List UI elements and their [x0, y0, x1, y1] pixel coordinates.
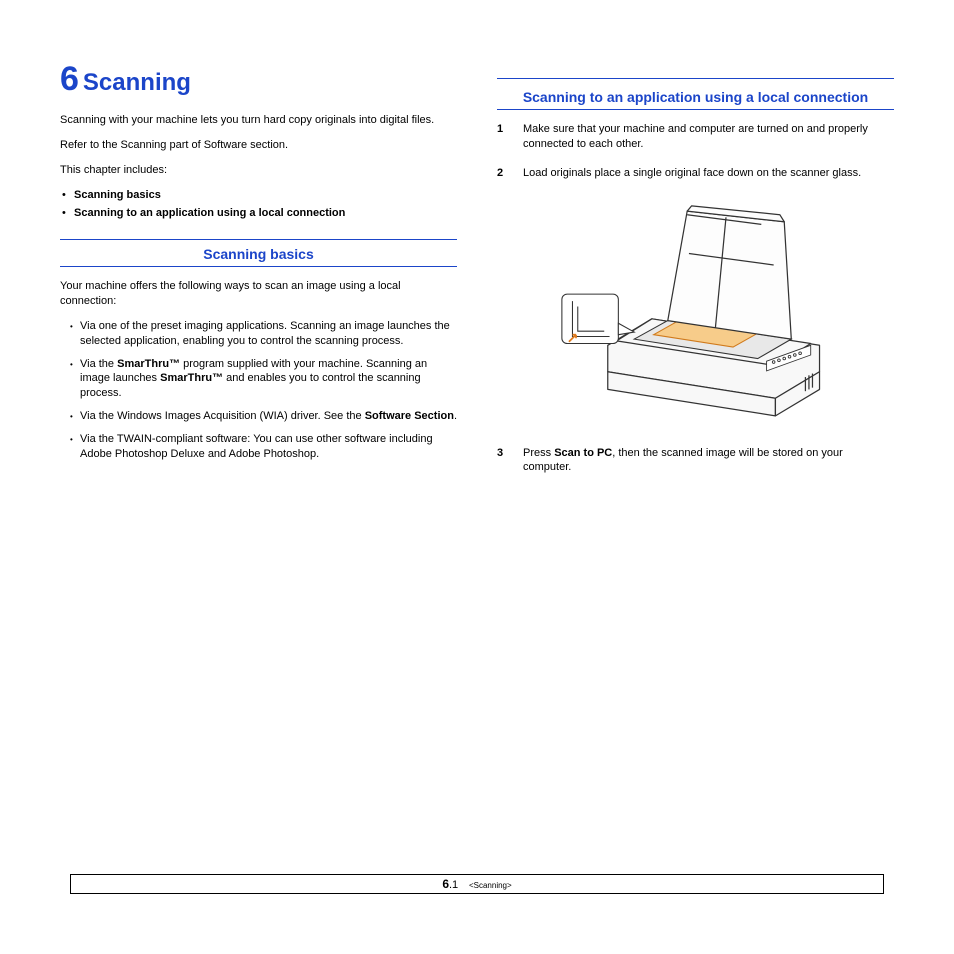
- right-column: Scanning to an application using a local…: [497, 60, 894, 489]
- manual-page: 6Scanning Scanning with your machine let…: [0, 0, 954, 489]
- toc-item-label: Scanning to an application using a local…: [74, 207, 345, 219]
- text-fragment: .: [454, 410, 457, 422]
- intro-paragraph-3: This chapter includes:: [60, 163, 457, 178]
- text-strong: SmarThru™: [117, 358, 180, 370]
- footer-page-number: .1: [449, 879, 458, 891]
- page-footer: 6.1 <Scanning>: [70, 874, 884, 894]
- chapter-number: 6: [60, 60, 79, 98]
- scanner-icon: [546, 195, 846, 425]
- local-steps-continued: Press Scan to PC, then the scanned image…: [497, 446, 894, 476]
- chapter-toc: Scanning basics Scanning to an applicati…: [60, 188, 457, 222]
- basics-bullet-smarthru: Via the SmarThru™ program supplied with …: [60, 357, 457, 402]
- chapter-name: Scanning: [83, 69, 191, 96]
- toc-item-local: Scanning to an application using a local…: [60, 206, 457, 221]
- local-steps: Make sure that your machine and computer…: [497, 122, 894, 181]
- toc-item-label: Scanning basics: [74, 189, 161, 201]
- step-3: Press Scan to PC, then the scanned image…: [497, 446, 894, 476]
- step-1: Make sure that your machine and computer…: [497, 122, 894, 152]
- section-heading-basics: Scanning basics: [60, 240, 457, 267]
- text-strong: Scan to PC: [554, 447, 612, 459]
- text-strong: Software Section: [365, 410, 454, 422]
- section-heading-local: Scanning to an application using a local…: [497, 83, 894, 110]
- intro-paragraph-2: Refer to the Scanning part of Software s…: [60, 138, 457, 153]
- basics-bullet-wia: Via the Windows Images Acquisition (WIA)…: [60, 409, 457, 424]
- left-column: 6Scanning Scanning with your machine let…: [60, 60, 457, 489]
- footer-chapter-number: 6: [442, 877, 449, 891]
- text-strong: SmarThru™: [160, 372, 223, 384]
- toc-item-basics: Scanning basics: [60, 188, 457, 203]
- text-fragment: Via the: [80, 358, 117, 370]
- basics-lead: Your machine offers the following ways t…: [60, 279, 457, 309]
- scanner-figure: [497, 195, 894, 428]
- text-fragment: Via the Windows Images Acquisition (WIA)…: [80, 410, 365, 422]
- chapter-title: 6Scanning: [60, 60, 457, 99]
- footer-section-label: <Scanning>: [469, 881, 512, 890]
- basics-bullet-twain: Via the TWAIN-compliant software: You ca…: [60, 432, 457, 462]
- step-2: Load originals place a single original f…: [497, 166, 894, 181]
- section-rule: [497, 78, 894, 79]
- basics-bullet-preset: Via one of the preset imaging applicatio…: [60, 319, 457, 349]
- intro-paragraph-1: Scanning with your machine lets you turn…: [60, 113, 457, 128]
- basics-bullets: Via one of the preset imaging applicatio…: [60, 319, 457, 462]
- text-fragment: Press: [523, 447, 554, 459]
